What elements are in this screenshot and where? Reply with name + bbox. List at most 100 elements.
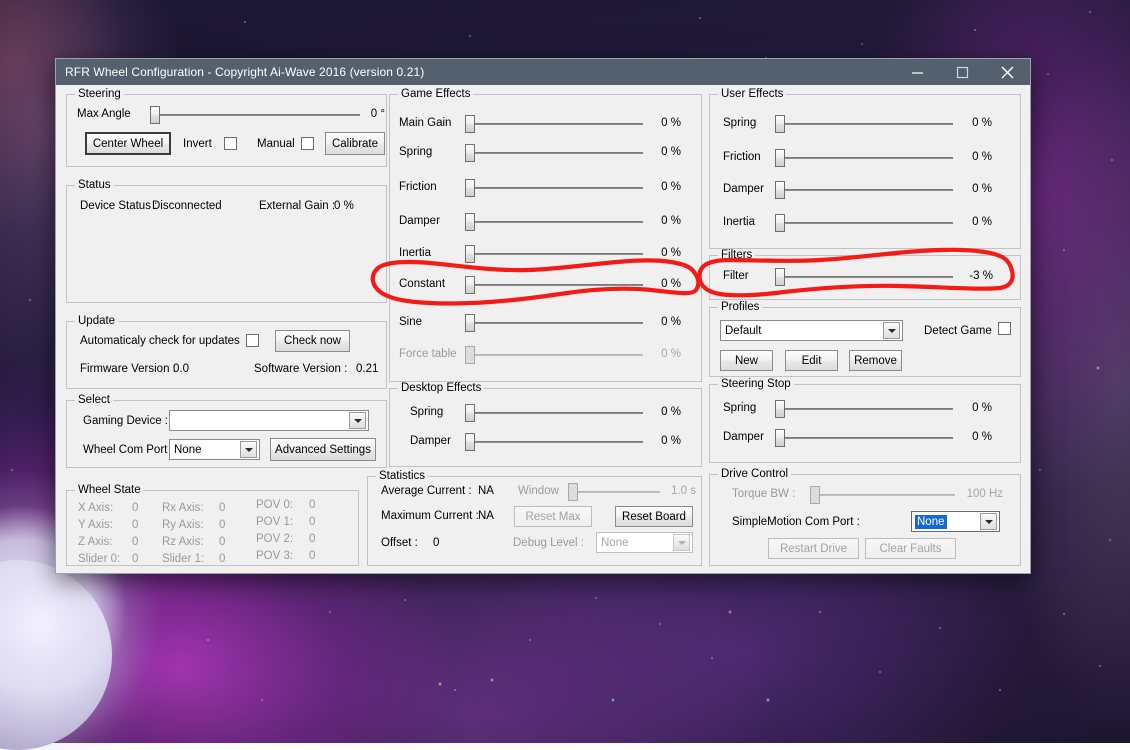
group-profiles-title: Profiles — [718, 301, 762, 313]
invert-label: Invert — [183, 138, 212, 150]
game-effect-slider-friction[interactable] — [465, 178, 643, 198]
debug-level-combo: None — [596, 532, 693, 553]
game-effect-label: Damper — [399, 215, 440, 227]
user-effect-slider-friction[interactable] — [775, 148, 953, 168]
group-drive-control-title: Drive Control — [718, 468, 791, 480]
chevron-down-icon[interactable] — [883, 322, 900, 339]
remove-profile-button[interactable]: Remove — [849, 350, 902, 371]
check-now-label: Check now — [284, 335, 341, 347]
reset-max-button: Reset Max — [514, 506, 592, 527]
external-gain-value: 0 % — [334, 200, 354, 212]
chevron-down-icon[interactable] — [349, 412, 366, 429]
restart-drive-button: Restart Drive — [768, 538, 859, 559]
chevron-down-icon[interactable] — [240, 441, 257, 458]
debug-level-value: None — [597, 537, 673, 549]
reset-board-button[interactable]: Reset Board — [615, 506, 693, 527]
offset-value: 0 — [433, 537, 439, 549]
new-profile-button[interactable]: New — [720, 350, 773, 371]
game-effect-value: 0 % — [649, 348, 681, 360]
user-effect-value: 0 % — [960, 151, 992, 163]
software-version-value: 0.21 — [356, 363, 378, 375]
wheel-state-label: Ry Axis: — [162, 519, 204, 531]
wheel-state-label: POV 2: — [256, 533, 293, 545]
simplemotion-com-port-combo[interactable]: None — [911, 511, 1000, 532]
user-effect-value: 0 % — [960, 216, 992, 228]
gaming-device-combo[interactable] — [169, 410, 369, 431]
wheel-state-label: Slider 0: — [78, 553, 120, 565]
wheel-state-label: Rz Axis: — [162, 536, 204, 548]
group-profiles: Profiles Default Detect Game New Edit Re… — [709, 307, 1021, 377]
wheel-state-value: 0 — [219, 519, 225, 531]
wheel-state-value: 0 — [219, 536, 225, 548]
manual-checkbox[interactable] — [301, 137, 314, 150]
game-effect-value: 0 % — [649, 117, 681, 129]
clear-faults-label: Clear Faults — [880, 543, 942, 555]
debug-level-label: Debug Level : — [513, 537, 584, 549]
max-angle-value: 0 ° — [363, 108, 385, 120]
group-user-effects-title: User Effects — [718, 88, 786, 100]
invert-checkbox[interactable] — [224, 137, 237, 150]
wheel-state-value: 0 — [309, 516, 315, 528]
user-effect-label: Friction — [723, 151, 761, 163]
title-bar[interactable]: RFR Wheel Configuration - Copyright Ai-W… — [56, 59, 1030, 85]
wheel-com-port-label: Wheel Com Port : — [83, 444, 174, 456]
game-effect-slider-spring[interactable] — [465, 143, 643, 163]
rfr-wheel-configuration-window: RFR Wheel Configuration - Copyright Ai-W… — [55, 58, 1031, 574]
filter-label: Filter — [723, 270, 749, 282]
desktop-effect-value: 0 % — [649, 435, 681, 447]
max-angle-slider[interactable] — [150, 105, 360, 125]
wheel-state-label: Y Axis: — [78, 519, 113, 531]
advanced-settings-button[interactable]: Advanced Settings — [270, 438, 376, 461]
detect-game-checkbox[interactable] — [998, 322, 1011, 335]
group-game-effects-title: Game Effects — [398, 88, 473, 100]
steering-stop-slider-damper[interactable] — [775, 428, 953, 448]
user-effect-slider-spring[interactable] — [775, 114, 953, 134]
wheel-state-label: Rx Axis: — [162, 502, 204, 514]
center-wheel-button[interactable]: Center Wheel — [85, 132, 171, 155]
slider-thumb[interactable] — [150, 106, 160, 124]
group-desktop-effects-title: Desktop Effects — [398, 382, 484, 394]
check-now-button[interactable]: Check now — [275, 330, 350, 352]
filter-slider[interactable] — [775, 267, 953, 287]
offset-label: Offset : — [381, 537, 418, 549]
wheel-com-port-value: None — [170, 444, 240, 456]
user-effect-label: Inertia — [723, 216, 755, 228]
game-effect-slider-constant[interactable] — [465, 275, 643, 295]
minimize-button[interactable] — [895, 59, 940, 85]
edit-profile-button[interactable]: Edit — [785, 350, 838, 371]
torque-bw-value: 100 Hz — [963, 488, 1003, 500]
new-profile-label: New — [735, 355, 758, 367]
group-game-effects: Game Effects Main Gain 0 % Spring 0 % Fr… — [389, 94, 702, 382]
user-effect-slider-damper[interactable] — [775, 180, 953, 200]
wheel-state-label: POV 0: — [256, 499, 293, 511]
wheel-state-value: 0 — [309, 533, 315, 545]
steering-stop-value: 0 % — [960, 402, 992, 414]
game-effect-slider-inertia[interactable] — [465, 244, 643, 264]
user-effect-slider-inertia[interactable] — [775, 213, 953, 233]
simplemotion-com-port-label: SimpleMotion Com Port : — [732, 516, 860, 528]
group-select: Select Gaming Device : Wheel Com Port : … — [66, 400, 387, 468]
game-effect-slider-sine[interactable] — [465, 313, 643, 333]
average-current-value: NA — [478, 485, 494, 497]
max-angle-label: Max Angle — [77, 108, 131, 120]
wheel-com-port-combo[interactable]: None — [169, 439, 260, 460]
chevron-down-icon — [673, 534, 690, 551]
game-effect-slider-main-gain[interactable] — [465, 114, 643, 134]
group-user-effects: User Effects Spring 0 % Friction 0 % Dam… — [709, 94, 1021, 249]
desktop-effect-slider-spring[interactable] — [465, 403, 643, 423]
restart-drive-label: Restart Drive — [780, 543, 847, 555]
profile-select-combo[interactable]: Default — [720, 320, 903, 341]
steering-stop-slider-spring[interactable] — [775, 399, 953, 419]
calibrate-button[interactable]: Calibrate — [325, 132, 385, 155]
software-version-label: Software Version : — [254, 363, 347, 375]
desktop-effect-slider-damper[interactable] — [465, 432, 643, 452]
group-select-title: Select — [75, 394, 113, 406]
maximize-button[interactable] — [940, 59, 985, 85]
profile-selected-value: Default — [721, 325, 883, 337]
auto-check-updates-checkbox[interactable] — [246, 334, 259, 347]
steering-stop-label: Damper — [723, 431, 764, 443]
close-button[interactable] — [985, 59, 1030, 85]
dialog-client-area: Steering Max Angle 0 ° Center Wheel Inve… — [56, 85, 1030, 573]
game-effect-slider-damper[interactable] — [465, 212, 643, 232]
chevron-down-icon[interactable] — [980, 513, 997, 530]
